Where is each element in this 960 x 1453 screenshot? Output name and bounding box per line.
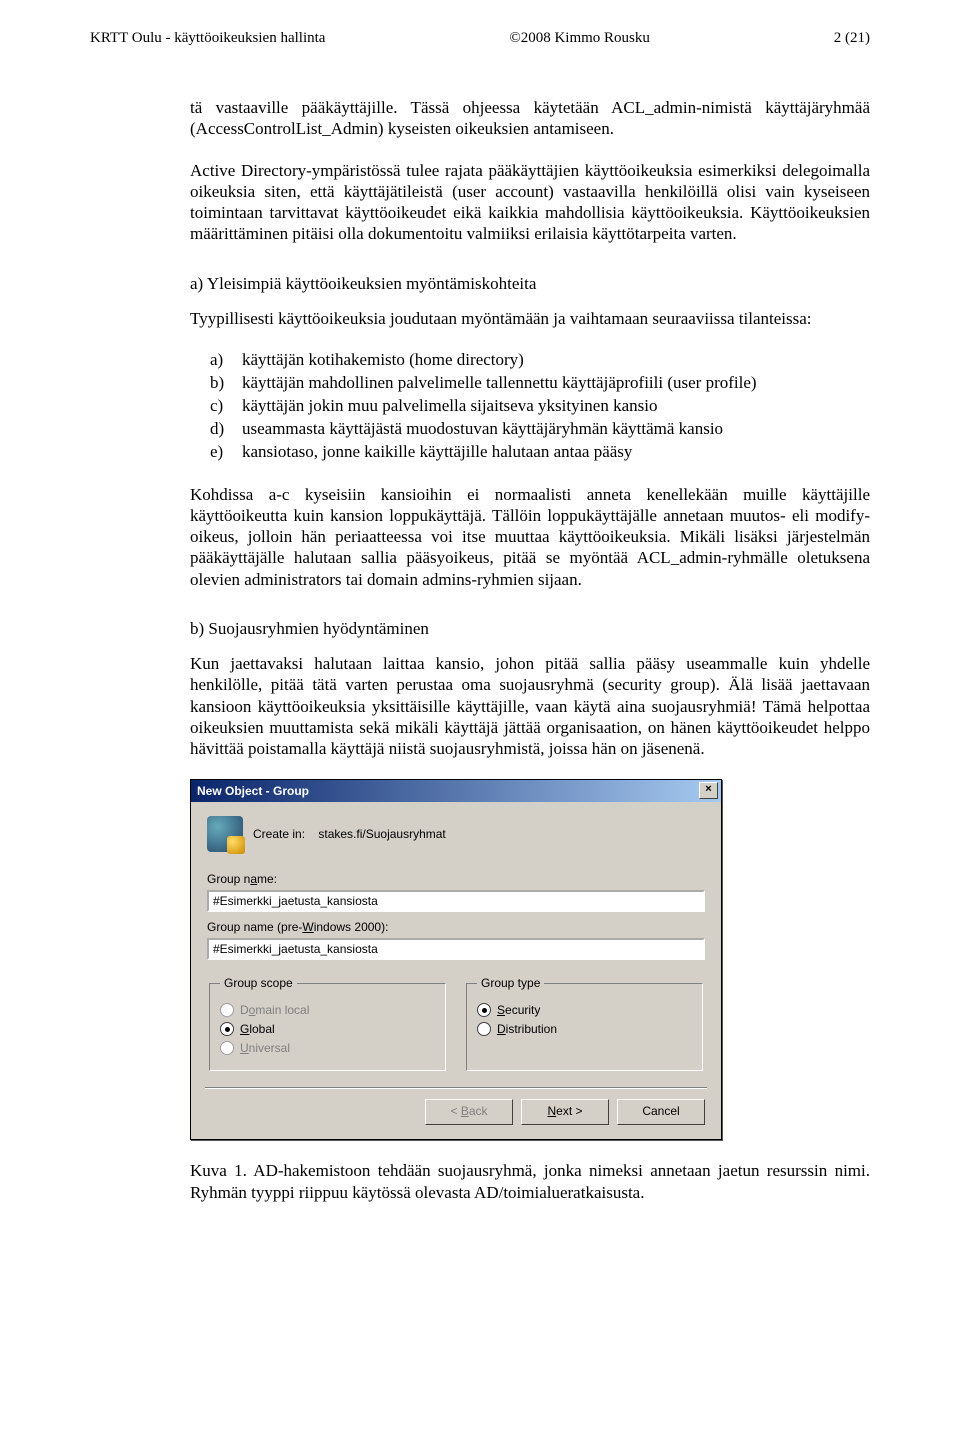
scope-domain-local-radio[interactable]: Domain local [220, 1003, 435, 1017]
situations-list: a) käyttäjän kotihakemisto (home directo… [190, 349, 870, 464]
type-security-radio[interactable]: Security [477, 1003, 692, 1017]
list-item: b) käyttäjän mahdollinen palvelimelle ta… [190, 372, 870, 395]
header-left: KRTT Oulu - käyttöoikeuksien hallinta [90, 30, 325, 47]
radio-icon [477, 1003, 491, 1017]
list-text: käyttäjän kotihakemisto (home directory) [242, 349, 524, 372]
btn-text: ack [469, 1104, 488, 1118]
user-group-icon [207, 816, 243, 852]
page-header: KRTT Oulu - käyttöoikeuksien hallinta ©2… [90, 30, 870, 47]
list-text: kansiotaso, jonne kaikille käyttäjille h… [242, 441, 632, 464]
create-in-value: stakes.fi/Suojausryhmat [318, 827, 445, 841]
group-type-legend: Group type [477, 976, 544, 990]
label-text: indows 2000): [314, 920, 389, 934]
back-button[interactable]: < Back [425, 1099, 513, 1125]
radio-accel: U [240, 1041, 249, 1055]
list-item: a) käyttäjän kotihakemisto (home directo… [190, 349, 870, 372]
btn-accel: N [547, 1104, 556, 1118]
group-scope-legend: Group scope [220, 976, 297, 990]
list-marker: e) [210, 441, 242, 464]
label-accel: W [302, 920, 313, 934]
group-name-pre2000-input[interactable] [207, 938, 705, 960]
group-name-pre2000-label: Group name (pre-Windows 2000): [207, 920, 705, 934]
label-text: me: [257, 872, 277, 886]
type-distribution-radio[interactable]: Distribution [477, 1022, 692, 1036]
radio-text: D [240, 1003, 249, 1017]
dialog-titlebar[interactable]: New Object - Group × [191, 780, 721, 802]
paragraph-3: Tyypillisesti käyttöoikeuksia joudutaan … [190, 308, 870, 329]
list-marker: b) [210, 372, 242, 395]
figure-caption: Kuva 1. AD-hakemistoon tehdään suojausry… [190, 1160, 870, 1203]
list-item: e) kansiotaso, jonne kaikille käyttäjill… [190, 441, 870, 464]
label-text: Group n [207, 872, 250, 886]
radio-text: lobal [249, 1022, 274, 1036]
radio-icon [477, 1022, 491, 1036]
list-item: c) käyttäjän jokin muu palvelimella sija… [190, 395, 870, 418]
scope-universal-radio[interactable]: Universal [220, 1041, 435, 1055]
paragraph-5: Kun jaettavaksi halutaan laittaa kansio,… [190, 653, 870, 759]
label-text: Group name (pre- [207, 920, 302, 934]
radio-accel: D [497, 1022, 506, 1036]
list-marker: d) [210, 418, 242, 441]
paragraph-2: Active Directory-ympäristössä tulee raja… [190, 160, 870, 245]
btn-text: < [450, 1104, 460, 1118]
radio-text: main local [255, 1003, 309, 1017]
radio-icon [220, 1041, 234, 1055]
section-b-title: b) Suojausryhmien hyödyntäminen [190, 618, 870, 639]
btn-text: ext > [556, 1104, 582, 1118]
paragraph-4: Kohdissa a-c kyseisiin kansioihin ei nor… [190, 484, 870, 590]
radio-icon [220, 1022, 234, 1036]
group-name-input[interactable] [207, 890, 705, 912]
radio-text: niversal [249, 1041, 290, 1055]
list-text: käyttäjän mahdollinen palvelimelle talle… [242, 372, 757, 395]
paragraph-1: tä vastaaville pääkäyttäjille. Tässä ohj… [190, 97, 870, 140]
header-center: ©2008 Kimmo Rousku [509, 30, 650, 47]
radio-accel: S [497, 1003, 505, 1017]
header-right: 2 (21) [834, 30, 870, 47]
dialog-separator [205, 1087, 707, 1089]
list-text: useammasta käyttäjästä muodostuvan käytt… [242, 418, 723, 441]
group-scope-fieldset: Group scope Domain local Global Universa… [209, 976, 446, 1071]
next-button[interactable]: Next > [521, 1099, 609, 1125]
group-name-label: Group name: [207, 872, 705, 886]
list-item: d) useammasta käyttäjästä muodostuvan kä… [190, 418, 870, 441]
close-icon[interactable]: × [699, 782, 718, 799]
dialog-title: New Object - Group [197, 784, 309, 798]
create-in-label: Create in: [253, 827, 305, 841]
radio-text: ecurity [505, 1003, 540, 1017]
new-object-group-dialog: New Object - Group × Create in: stakes.f… [190, 779, 722, 1140]
group-type-fieldset: Group type Security Distribution [466, 976, 703, 1071]
list-text: käyttäjän jokin muu palvelimella sijaits… [242, 395, 657, 418]
btn-accel: B [461, 1104, 469, 1118]
list-marker: c) [210, 395, 242, 418]
radio-icon [220, 1003, 234, 1017]
scope-global-radio[interactable]: Global [220, 1022, 435, 1036]
radio-text: istribution [506, 1022, 557, 1036]
cancel-button[interactable]: Cancel [617, 1099, 705, 1125]
radio-accel: G [240, 1022, 249, 1036]
section-a-title: a) Yleisimpiä käyttöoikeuksien myöntämis… [190, 273, 870, 294]
list-marker: a) [210, 349, 242, 372]
